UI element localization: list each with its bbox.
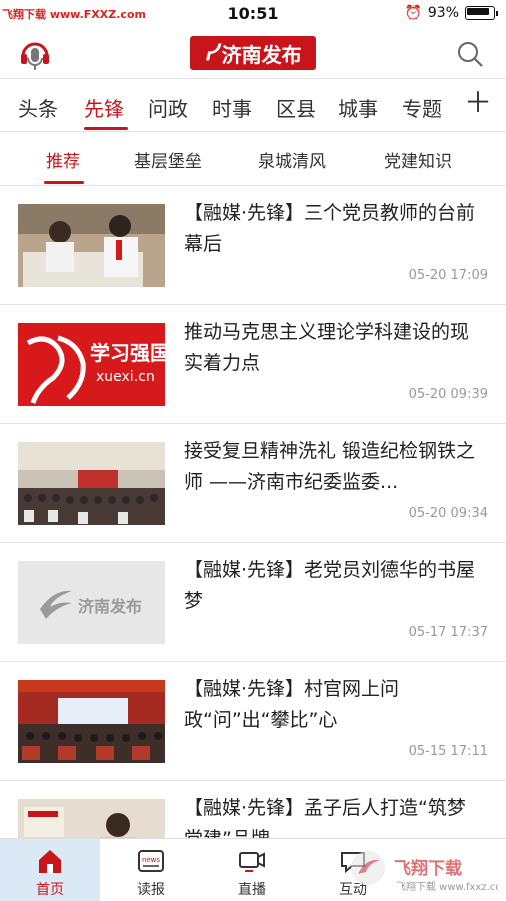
home-icon (39, 850, 61, 873)
news-thumbnail (18, 442, 165, 525)
news-item[interactable]: 接受复旦精神洗礼 锻造纪检钢铁之师 ——济南市纪委监委... 05-20 09:… (0, 424, 506, 543)
status-right: ⏰ 93% (404, 5, 498, 21)
subtab-quancheng[interactable]: 泉城清风 (258, 147, 326, 172)
news-title: 【融媒·先锋】老党员刘德华的书屋梦 (184, 559, 476, 612)
newspaper-icon: news (138, 850, 164, 872)
tab-wenzheng[interactable]: 问政 (148, 93, 188, 122)
news-time: 05-17 17:37 (408, 625, 488, 640)
channel-tabs: 头条 先锋 问政 时事 区县 城事 专题 ＋ (0, 78, 506, 132)
news-time: 05-20 17:09 (408, 268, 488, 283)
alarm-icon: ⏰ (404, 5, 422, 21)
tab-shishi[interactable]: 时事 (212, 93, 252, 122)
logo-text: 济南发布 (221, 42, 302, 67)
svg-text:news: news (142, 856, 160, 864)
tab-xianfeng[interactable]: 先锋 (84, 93, 124, 122)
tab-live[interactable]: 直播 (202, 839, 302, 901)
subtab-jiceng[interactable]: 基层堡垒 (134, 147, 202, 172)
status-bar: 飞翔下载 www.FXXZ.com 10:51 ⏰ 93% (0, 0, 506, 28)
thumb-subtext: xuexi.cn (96, 369, 155, 385)
battery-icon (465, 6, 495, 20)
tab-home[interactable]: 首页 (0, 839, 100, 901)
news-item[interactable]: 学习强国 xuexi.cn 推动马克思主义理论学科建设的现实着力点 05-20 … (0, 305, 506, 424)
svg-text:飞翔下载 www.fxxz.com: 飞翔下载 www.fxxz.com (396, 880, 498, 893)
news-item[interactable]: 济南发布 【融媒·先锋】老党员刘德华的书屋梦 05-17 17:37 (0, 543, 506, 662)
tab-chengshi[interactable]: 城事 (338, 93, 378, 122)
tab-label: 首页 (36, 882, 64, 898)
tab-toutiao[interactable]: 头条 (18, 93, 58, 122)
battery-percent: 93% (427, 5, 459, 21)
voice-microphone-icon[interactable] (18, 38, 52, 72)
plus-icon[interactable]: ＋ (464, 89, 492, 117)
jinan-fabu-placeholder: 济南发布 (18, 561, 165, 644)
corner-watermark: 飞翔下载 飞翔下载 www.fxxz.com (348, 846, 506, 894)
app-logo: ᓯ 济南发布 (190, 36, 316, 70)
logo-mark-icon: ᓯ (204, 40, 218, 66)
active-channel-indicator (84, 127, 128, 130)
app-bar: ᓯ 济南发布 (0, 28, 506, 78)
news-title: 推动马克思主义理论学科建设的现实着力点 (184, 321, 470, 374)
subtab-tuijian[interactable]: 推荐 (46, 147, 80, 172)
search-icon[interactable] (456, 40, 484, 68)
news-list: 【融媒·先锋】三个党员教师的台前幕后 05-20 17:09 学习强国 xuex… (0, 186, 506, 900)
sub-tabs: 推荐 基层堡垒 泉城清风 党建知识 (0, 131, 506, 186)
news-title: 接受复旦精神洗礼 锻造纪检钢铁之师 ——济南市纪委监委... (184, 440, 476, 493)
news-item[interactable]: 【融媒·先锋】村官网上问政“问”出“攀比”心 05-15 17:11 (0, 662, 506, 781)
tab-zhuanti[interactable]: 专题 (402, 93, 442, 122)
active-subtab-indicator (44, 181, 84, 184)
news-time: 05-20 09:34 (408, 506, 488, 521)
thumb-text: 济南发布 (78, 597, 143, 616)
tab-label: 读报 (137, 882, 165, 898)
news-time: 05-20 09:39 (408, 387, 488, 402)
logo-mark-icon (40, 590, 72, 619)
subtab-dangjian[interactable]: 党建知识 (384, 147, 452, 172)
tab-quxian[interactable]: 区县 (276, 93, 316, 122)
news-time: 05-15 17:11 (408, 744, 488, 759)
svg-text:飞翔下载: 飞翔下载 (394, 858, 462, 879)
news-thumbnail (18, 680, 165, 763)
news-item[interactable]: 【融媒·先锋】三个党员教师的台前幕后 05-20 17:09 (0, 186, 506, 305)
xuexi-qiangguo-logo: 学习强国 xuexi.cn (18, 323, 165, 406)
news-title: 【融媒·先锋】村官网上问政“问”出“攀比”心 (184, 678, 400, 731)
tab-newspaper[interactable]: news 读报 (101, 839, 201, 901)
news-thumbnail (18, 204, 165, 287)
thumb-text: 学习强国 (90, 341, 165, 365)
live-video-icon (239, 852, 265, 872)
news-title: 【融媒·先锋】三个党员教师的台前幕后 (184, 202, 476, 255)
tab-label: 直播 (238, 882, 266, 898)
